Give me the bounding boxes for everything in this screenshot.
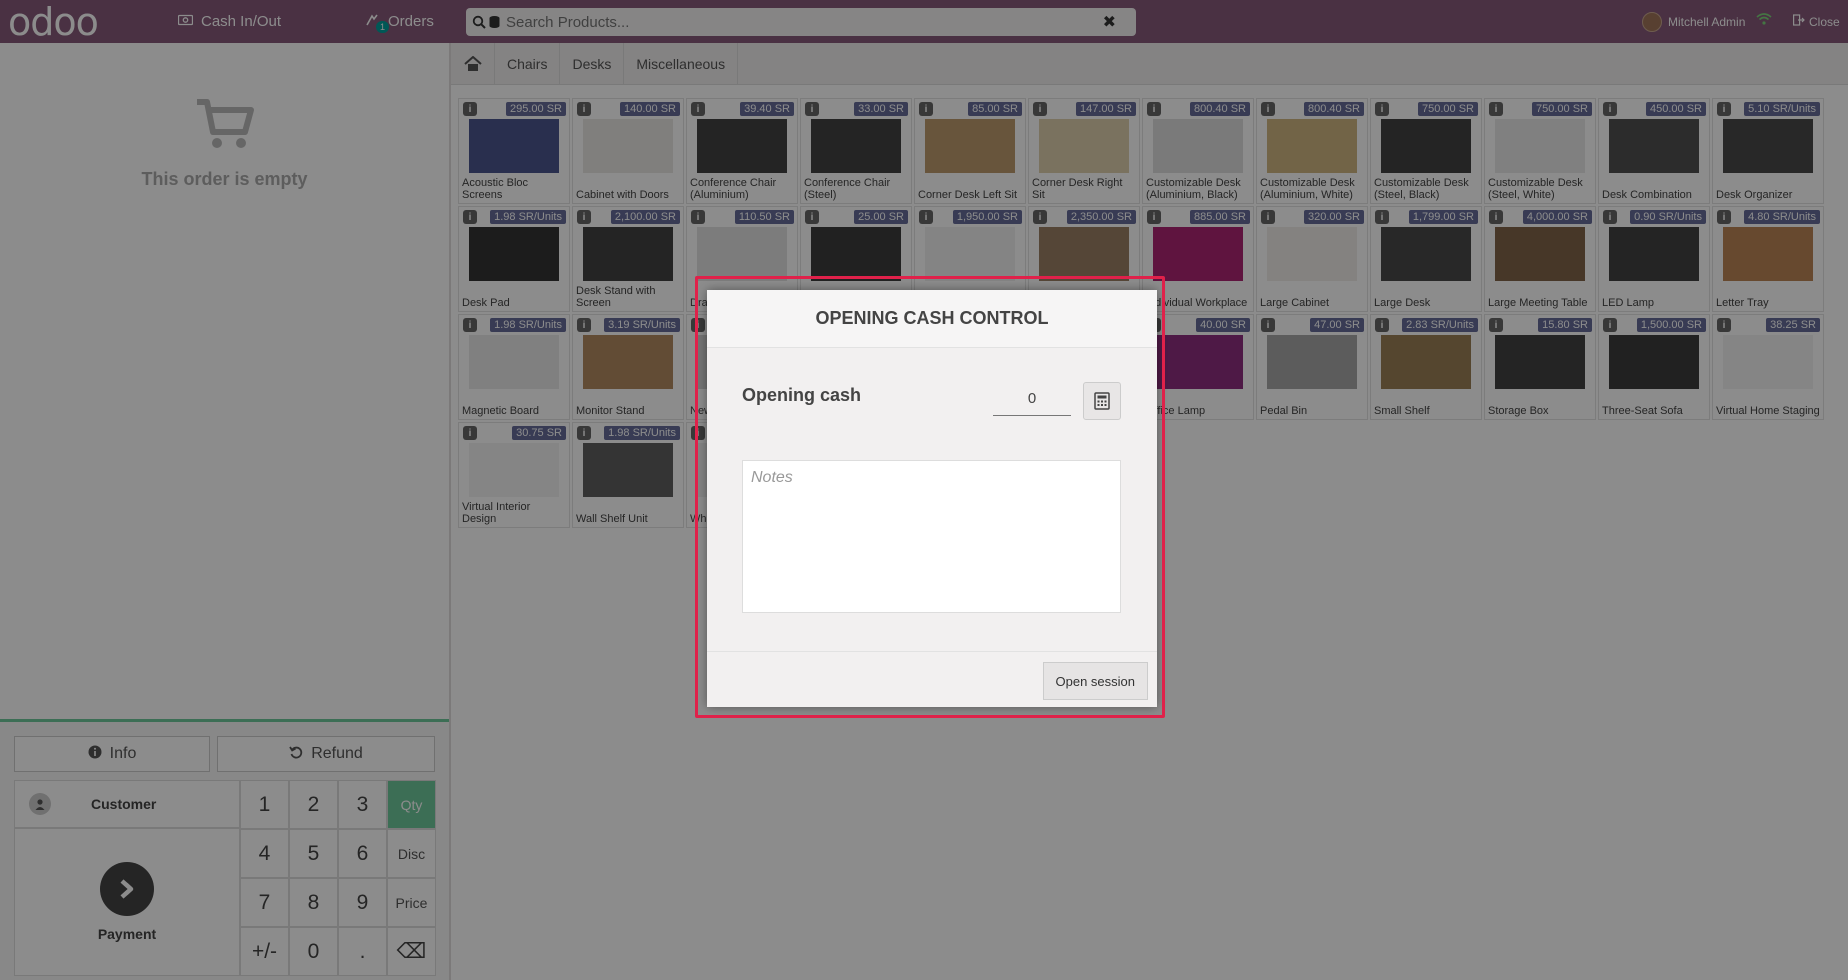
dialog-highlight-frame — [695, 276, 1165, 718]
